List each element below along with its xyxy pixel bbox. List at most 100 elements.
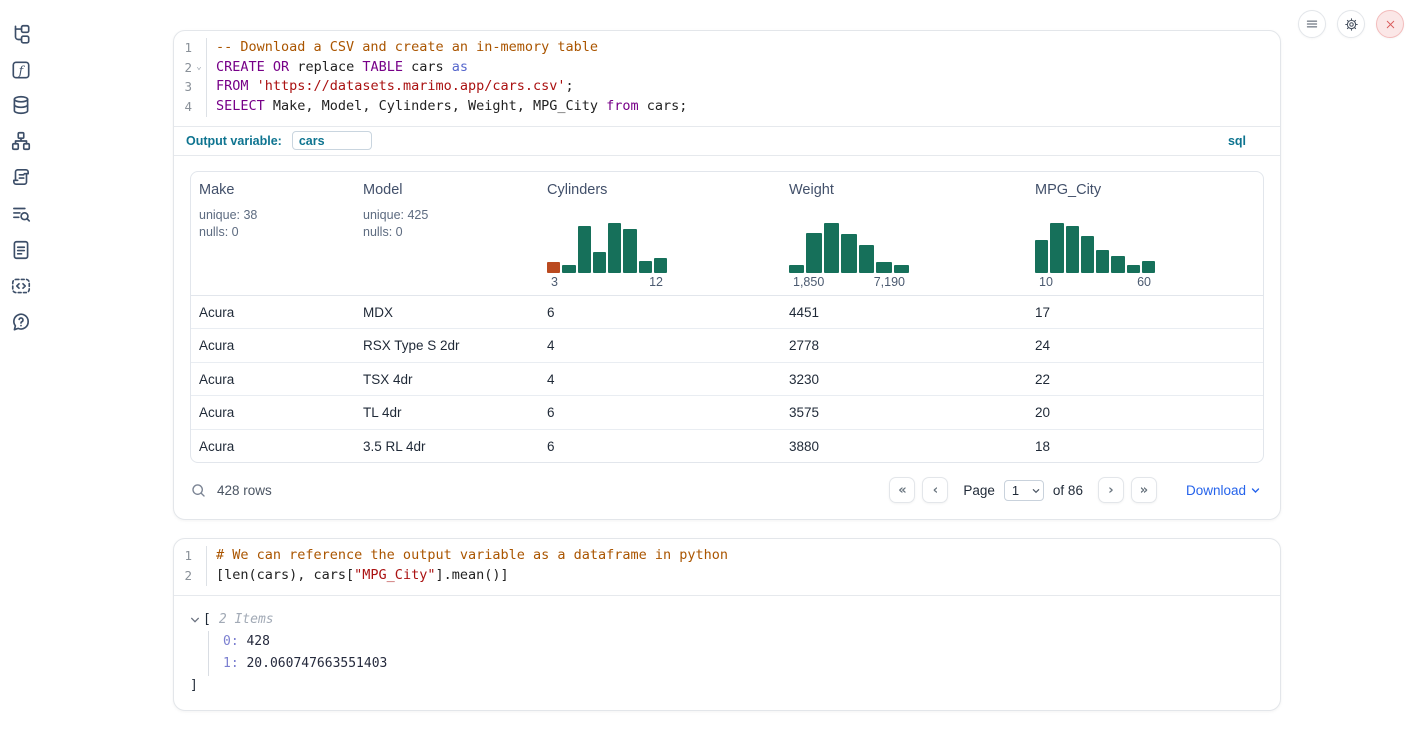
hist-bar[interactable]: [859, 245, 874, 273]
close-icon: [1384, 18, 1397, 31]
hist-bar[interactable]: [1142, 261, 1155, 273]
table-cell: Acura: [191, 430, 355, 463]
hist-bar[interactable]: [1081, 236, 1094, 273]
column-header-model[interactable]: Model unique: 425 nulls: 0: [355, 172, 539, 295]
line-number: 1: [174, 38, 192, 58]
data-table: Make unique: 38 nulls: 0 Model unique: 4…: [190, 171, 1264, 464]
hist-bar[interactable]: [1111, 256, 1124, 273]
hist-bar[interactable]: [841, 234, 856, 273]
hist-bar[interactable]: [562, 265, 575, 273]
hist-bar[interactable]: [578, 226, 591, 273]
item-value: 20.060747663551403: [239, 656, 388, 671]
table-row[interactable]: Acura3.5 RL 4dr6388018: [191, 430, 1263, 463]
unique-stat: unique: 38: [199, 207, 347, 224]
help-chat-icon[interactable]: [10, 311, 32, 333]
hist-bar[interactable]: [1066, 226, 1079, 273]
hist-bar[interactable]: [824, 223, 839, 273]
snippets-icon[interactable]: [10, 275, 32, 297]
dependencies-icon[interactable]: [10, 130, 32, 152]
column-header-weight[interactable]: Weight 1,8507,190: [781, 172, 1027, 295]
hist-bar[interactable]: [894, 265, 909, 273]
prev-page-button[interactable]: ‹: [922, 477, 948, 503]
hist-bar[interactable]: [806, 233, 821, 273]
column-header-mpg-city[interactable]: MPG_City 1060: [1027, 172, 1263, 295]
chevron-down-icon: [1251, 486, 1260, 495]
hist-bar[interactable]: [1096, 250, 1109, 273]
fold-chevron-icon[interactable]: ⌄: [192, 58, 206, 78]
python-cell: 1# We can reference the output variable …: [173, 538, 1281, 710]
code-line[interactable]: 2⌄CREATE OR replace TABLE cars as: [174, 58, 1280, 78]
menu-button[interactable]: [1298, 10, 1326, 38]
hist-bar[interactable]: [1050, 223, 1063, 273]
unique-stat: unique: 425: [363, 207, 531, 224]
code-line[interactable]: 2[len(cars), cars["MPG_City"].mean()]: [174, 566, 1280, 586]
code-line[interactable]: 3FROM 'https://datasets.marimo.app/cars.…: [174, 77, 1280, 97]
table-cell: Acura: [191, 296, 355, 329]
hist-bar[interactable]: [654, 258, 667, 273]
table-cell: 20: [1027, 396, 1263, 429]
table-cell: Acura: [191, 396, 355, 429]
table-footer: 428 rows « ‹ Page 1 of 86 › » Download: [174, 463, 1280, 519]
collapse-toggle[interactable]: [190, 615, 200, 625]
cylinders-histogram[interactable]: 3 12: [547, 223, 667, 289]
documentation-icon[interactable]: [10, 239, 32, 261]
nulls-stat: nulls: 0: [199, 224, 347, 241]
table-cell: Acura: [191, 329, 355, 362]
table-cell: RSX Type S 2dr: [355, 329, 539, 362]
column-header-cylinders[interactable]: Cylinders 312: [539, 172, 781, 295]
settings-button[interactable]: [1337, 10, 1365, 38]
table-cell: TL 4dr: [355, 396, 539, 429]
table-row[interactable]: AcuraTL 4dr6357520: [191, 396, 1263, 430]
table-row[interactable]: AcuraTSX 4dr4323022: [191, 363, 1263, 397]
line-number: 2: [174, 566, 192, 586]
next-page-button[interactable]: ›: [1098, 477, 1124, 503]
table-cell: 3575: [781, 396, 1027, 429]
hist-bar[interactable]: [593, 252, 606, 273]
table-cell: 3230: [781, 363, 1027, 396]
close-bracket: ]: [190, 676, 1264, 696]
item-index: 1:: [223, 656, 239, 671]
mpg-city-histogram[interactable]: 1060: [1035, 223, 1155, 289]
sql-code-editor[interactable]: 1-- Download a CSV and create an in-memo…: [174, 31, 1280, 126]
hist-bar[interactable]: [789, 265, 804, 273]
variables-icon[interactable]: f: [10, 59, 32, 81]
hist-bar[interactable]: [1035, 240, 1048, 273]
weight-histogram[interactable]: 1,8507,190: [789, 223, 909, 289]
download-button[interactable]: Download: [1186, 483, 1260, 498]
hist-max-label: 7,190: [874, 275, 905, 289]
shutdown-button[interactable]: [1376, 10, 1404, 38]
search-icon[interactable]: [190, 482, 207, 499]
table-row[interactable]: AcuraMDX6445117: [191, 296, 1263, 330]
hist-bar[interactable]: [547, 262, 560, 273]
output-variable-input[interactable]: [292, 131, 372, 150]
hist-bar[interactable]: [876, 262, 891, 273]
table-cell: 24: [1027, 329, 1263, 362]
code-line[interactable]: 4SELECT Make, Model, Cylinders, Weight, …: [174, 97, 1280, 117]
hist-bar[interactable]: [639, 261, 652, 273]
logs-search-icon[interactable]: [10, 203, 32, 225]
last-page-button[interactable]: »: [1131, 477, 1157, 503]
code-line[interactable]: 1# We can reference the output variable …: [174, 546, 1280, 566]
table-cell: 3880: [781, 430, 1027, 463]
hist-bar[interactable]: [623, 229, 636, 273]
table-row[interactable]: AcuraRSX Type S 2dr4277824: [191, 329, 1263, 363]
code-line[interactable]: 1-- Download a CSV and create an in-memo…: [174, 38, 1280, 58]
item-value: 428: [239, 634, 270, 649]
table-cell: TSX 4dr: [355, 363, 539, 396]
tree-items: 0: 4281: 20.060747663551403: [208, 631, 1264, 676]
column-header-make[interactable]: Make unique: 38 nulls: 0: [191, 172, 355, 295]
hist-max-label: 12: [649, 275, 663, 289]
file-explorer-icon[interactable]: [10, 23, 32, 45]
sql-cell: 1-- Download a CSV and create an in-memo…: [173, 30, 1281, 520]
table-cell: 6: [539, 396, 781, 429]
hist-bar[interactable]: [608, 223, 621, 273]
python-code-editor[interactable]: 1# We can reference the output variable …: [174, 539, 1280, 594]
nulls-stat: nulls: 0: [363, 224, 531, 241]
outline-icon[interactable]: [10, 166, 32, 188]
hist-bar[interactable]: [1127, 265, 1140, 273]
notebook: 1-- Download a CSV and create an in-memo…: [173, 0, 1281, 711]
hist-min-label: 3: [551, 275, 558, 289]
datasources-icon[interactable]: [10, 94, 32, 116]
page-select[interactable]: 1: [1004, 480, 1044, 501]
first-page-button[interactable]: «: [889, 477, 915, 503]
